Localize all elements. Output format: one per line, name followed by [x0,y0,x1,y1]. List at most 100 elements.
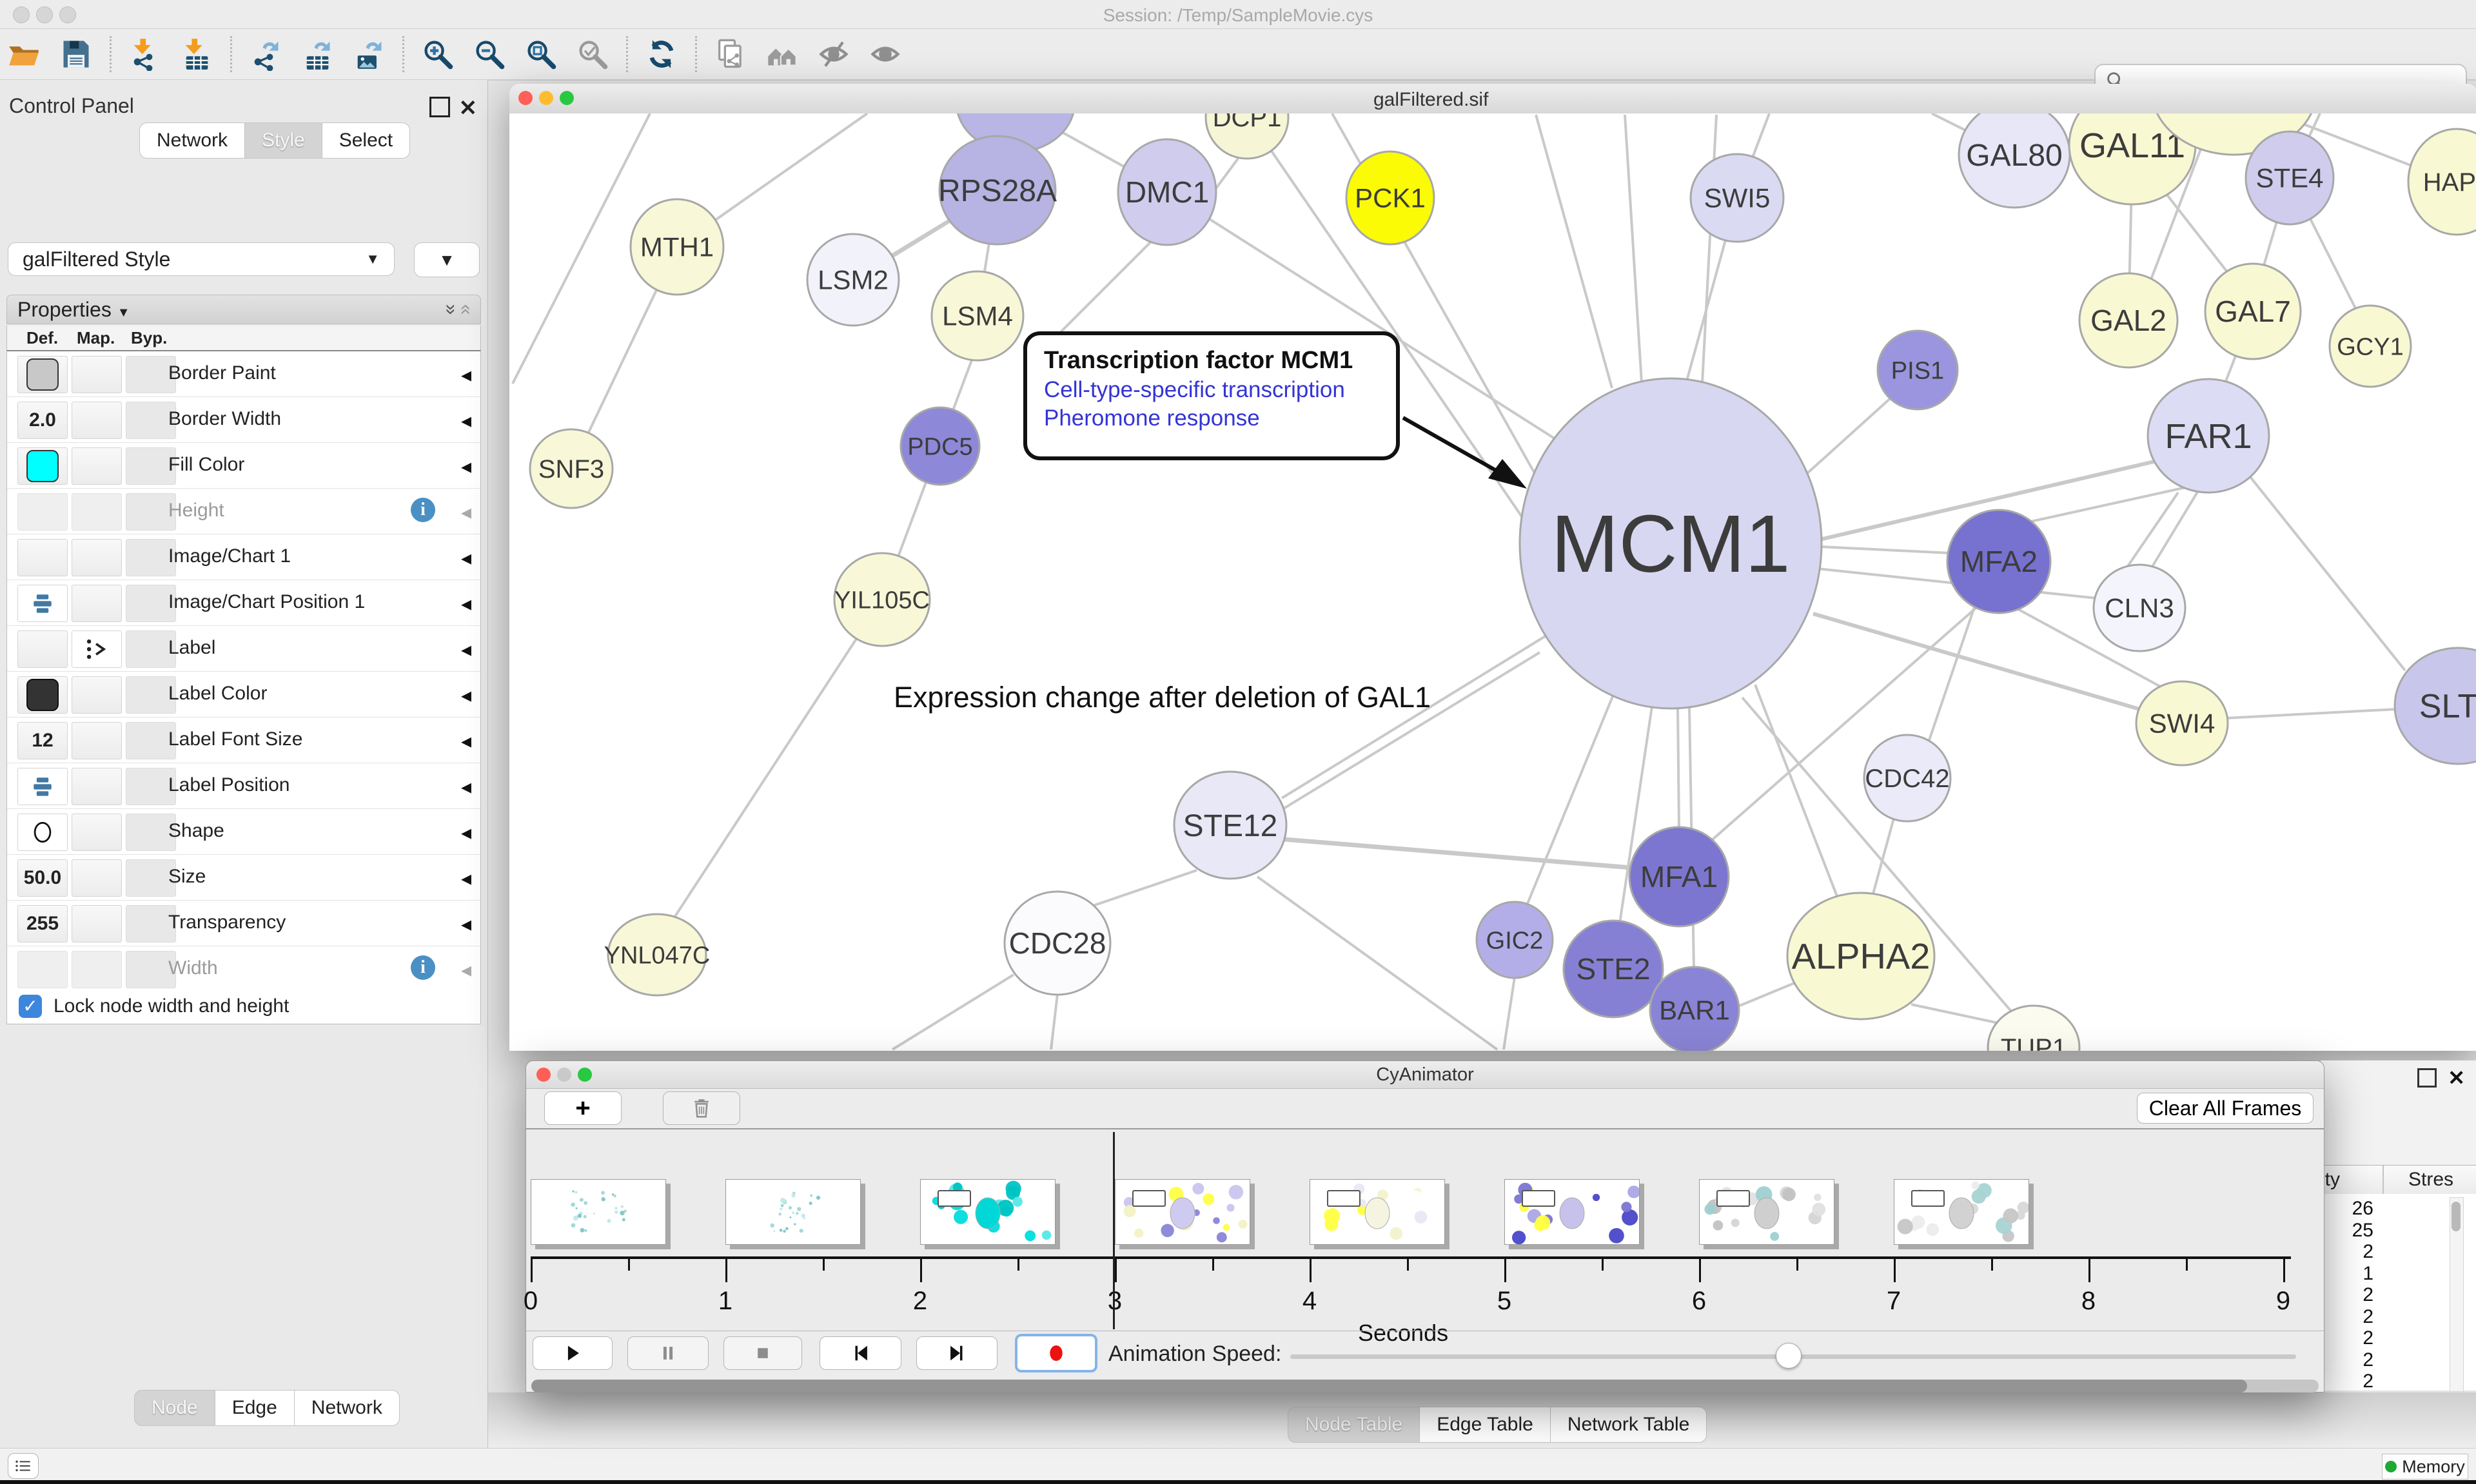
def-cell[interactable]: 255 [17,905,68,942]
minimize-icon[interactable] [539,91,553,105]
node-swi5[interactable]: SWI5 [1691,154,1783,242]
table-cell[interactable]: 2 [2321,1349,2373,1371]
def-cell[interactable]: 50.0 [17,859,68,897]
node-lsm4[interactable]: LSM4 [932,271,1023,360]
map-cell[interactable] [72,905,122,942]
property-row-border-width[interactable]: 2.0Border Width◂ [7,397,480,443]
node-pck1[interactable]: PCK1 [1346,151,1434,244]
node-ynl047c[interactable]: YNL047C [604,914,711,995]
edge[interactable] [2125,493,2178,570]
clone-network-icon[interactable] [712,36,749,72]
node-slt2[interactable]: SLT2 [2395,648,2476,764]
map-cell[interactable] [72,356,122,393]
map-cell[interactable] [72,768,122,805]
annotation-box[interactable]: Transcription factor MCM1 Cell-type-spec… [1023,331,1400,460]
zoom-out-icon[interactable] [471,36,507,72]
map-cell[interactable] [72,859,122,897]
def-cell[interactable]: 12 [17,722,68,759]
cyanimator-titlebar[interactable]: CyAnimator [526,1061,2324,1089]
property-row-size[interactable]: 50.0Size◂ [7,855,480,901]
node-snf3[interactable]: SNF3 [530,429,613,508]
expand-arrow-icon[interactable]: ◂ [461,362,471,387]
table-cell[interactable]: 2 [2321,1327,2373,1349]
map-cell[interactable] [72,722,122,759]
tab-network[interactable]: Network [295,1390,400,1426]
edge[interactable] [1527,695,1613,905]
map-cell[interactable] [72,539,122,576]
node-swi4[interactable]: SWI4 [2136,681,2228,765]
edge[interactable] [1536,115,1612,388]
edge[interactable] [671,600,882,923]
map-cell[interactable] [72,493,122,531]
edge[interactable] [2151,490,2199,569]
expand-arrow-icon[interactable]: ◂ [461,683,471,707]
node-hap2[interactable]: HAP2 [2408,129,2476,235]
def-cell[interactable] [17,447,68,485]
tab-network-table[interactable]: Network Table [1551,1407,1707,1443]
table-cell[interactable]: 2 [2321,1306,2373,1328]
node-cdc28[interactable]: CDC28 [1005,892,1110,995]
node-far1[interactable]: FAR1 [2148,379,2269,493]
node-mcm1[interactable]: MCM1 [1520,378,1822,708]
column-divider[interactable] [2383,1166,2384,1194]
frame-thumbnail-7[interactable] [1894,1179,2029,1245]
table-cell[interactable]: 25 [2321,1220,2373,1242]
annotation-link[interactable]: Cell-type-specific transcription [1044,377,1396,403]
import-table-icon[interactable] [179,36,215,72]
speed-slider-knob[interactable] [1776,1343,1802,1369]
node-dmc1[interactable]: DMC1 [1118,139,1216,245]
node-mth1[interactable]: MTH1 [631,199,723,295]
frame-thumbnail-0[interactable] [531,1179,666,1245]
lock-size-row[interactable]: ✓ Lock node width and height [6,988,481,1024]
edge[interactable] [2226,709,2397,718]
float-panel-icon[interactable] [429,97,450,117]
node-mfa2[interactable]: MFA2 [1947,510,2050,613]
table-scrollbar[interactable] [2450,1197,2464,1392]
expand-arrow-icon[interactable]: ◂ [461,957,471,982]
property-row-transparency[interactable]: 255Transparency◂ [7,901,480,946]
tab-node-table[interactable]: Node Table [1288,1407,1420,1443]
property-row-shape[interactable]: Shape◂ [7,809,480,855]
node-ste4[interactable]: STE4 [2246,132,2334,224]
expand-arrow-icon[interactable]: ◂ [461,728,471,753]
node-lsm2[interactable]: LSM2 [807,234,899,326]
table-cell[interactable]: 2 [2321,1371,2373,1391]
edge[interactable] [1257,877,1497,1050]
expand-arrow-icon[interactable]: ◂ [461,820,471,845]
property-row-label-color[interactable]: Label Color◂ [7,672,480,718]
edge[interactable] [1275,652,1540,814]
play-button[interactable] [533,1336,613,1370]
panel-menu-button[interactable] [8,1453,39,1479]
def-cell[interactable] [17,630,68,668]
property-row-border-paint[interactable]: Border Paint◂ [7,351,480,397]
property-row-label-position[interactable]: Label Position◂ [7,763,480,809]
collapse-all-icon[interactable]: » [454,304,476,315]
network-canvas[interactable]: RPS28ADMC1DCP1PCK1SWI5GAL80GAL11STE4HAP2… [509,113,2476,1051]
edge[interactable] [1678,708,1679,829]
tab-style[interactable]: Style [245,122,322,159]
refresh-icon[interactable] [644,36,680,72]
horizontal-scrollbar[interactable] [531,1380,2319,1392]
expand-arrow-icon[interactable]: ◂ [461,545,471,570]
import-network-icon[interactable] [127,36,163,72]
style-options-button[interactable]: ▼ [414,242,480,277]
property-row-fill-color[interactable]: Fill Color◂ [7,443,480,489]
zoom-icon[interactable] [560,91,574,105]
info-icon[interactable]: i [411,498,435,522]
node-ste2[interactable]: STE2 [1564,921,1663,1017]
show-icon[interactable] [867,36,903,72]
edge[interactable] [892,975,1014,1050]
edge[interactable] [513,113,650,384]
memory-button[interactable]: Memory [2382,1454,2468,1479]
edge[interactable] [1813,614,2139,709]
tab-select[interactable]: Select [322,122,410,159]
expand-arrow-icon[interactable]: ◂ [461,591,471,616]
clear-all-frames-button[interactable]: Clear All Frames [2137,1093,2314,1124]
delete-frame-button[interactable] [663,1091,740,1125]
zoom-selected-icon[interactable] [575,36,611,72]
edge[interactable] [1740,981,1799,1006]
def-cell[interactable] [17,356,68,393]
node-mfa1[interactable]: MFA1 [1629,827,1729,926]
timeline[interactable]: 0123456789 Seconds [526,1129,2324,1331]
node-rps28a[interactable]: RPS28A [938,136,1057,244]
